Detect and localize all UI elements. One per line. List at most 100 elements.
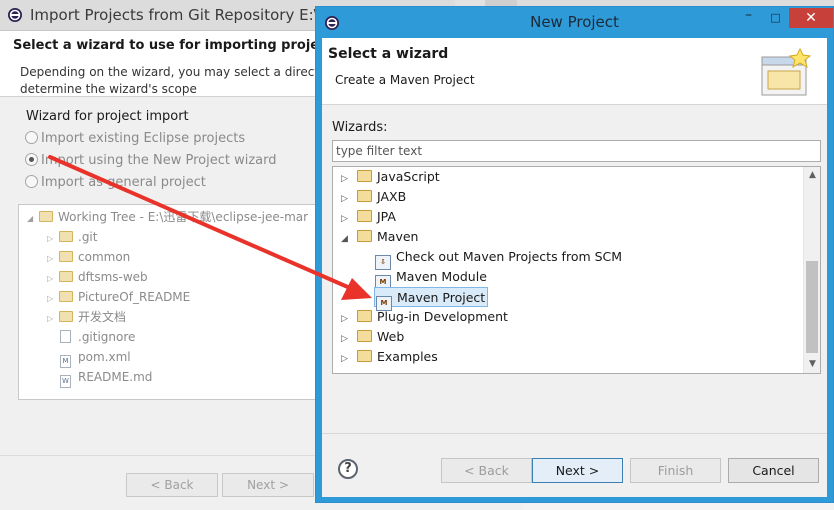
wizards-label: Wizards: (332, 120, 388, 135)
radio-label: Import as general project (41, 175, 206, 190)
import-back-button[interactable]: < Back (126, 473, 218, 497)
new-project-titlebar: New Project – □ ✕ (316, 7, 833, 38)
back-button[interactable]: < Back (441, 458, 532, 483)
folder-icon (59, 251, 73, 262)
import-header-desc-line1: Depending on the wizard, you may select … (20, 65, 320, 79)
tree-node-check-out-maven-projects[interactable]: ⇩ Check out Maven Projects from SCM (375, 247, 622, 270)
tree-node-maven-project[interactable]: M Maven Project (374, 287, 489, 311)
tree-node-label: Maven Project (397, 290, 486, 305)
radio-label: Import using the New Project wizard (41, 153, 277, 168)
tree-node-label: JavaScript (377, 169, 440, 184)
scroll-down-arrow-icon[interactable]: ▼ (804, 356, 820, 373)
radio-button-icon[interactable] (25, 131, 38, 144)
folder-open-icon (357, 230, 372, 242)
expand-arrow-icon[interactable]: ▷ (341, 209, 357, 229)
tree-node-label: .git (78, 230, 98, 244)
tree-node-jaxb[interactable]: ▷ JAXB (341, 187, 406, 207)
folder-icon (59, 291, 73, 302)
radio-import-general[interactable]: Import as general project (25, 175, 206, 193)
tree-node-label: JPA (377, 209, 396, 224)
bottom-separator (322, 433, 827, 434)
folder-icon (357, 170, 372, 182)
folder-icon (357, 310, 372, 322)
expand-arrow-icon[interactable]: ▷ (47, 249, 59, 269)
collapse-arrow-icon[interactable]: ◢ (341, 229, 357, 249)
new-project-content: Select a wizard Create a Maven Project W… (322, 38, 827, 497)
radio-button-icon[interactable] (25, 175, 38, 188)
tree-node-working-tree[interactable]: ◢ Working Tree - E:\迅雷下载\eclipse-jee-mar (27, 207, 308, 227)
tree-node-label: common (78, 250, 131, 264)
import-header-desc-line2: determine the wizard's scope (20, 82, 197, 96)
radio-import-new-project-wizard[interactable]: Import using the New Project wizard (25, 153, 277, 171)
tree-node-dftsms-web[interactable]: ▷ dftsms-web (47, 267, 148, 287)
import-bottom-separator (0, 455, 316, 456)
minimize-button[interactable]: – (735, 8, 762, 28)
tree-node-label: Web (377, 329, 405, 344)
tree-node-label: Plug-in Development (377, 309, 508, 324)
expand-arrow-icon[interactable]: ▷ (47, 309, 59, 329)
wizards-tree[interactable]: ▷ JavaScript ▷ JAXB ▷ JPA ◢ Maven ⇩ Check out… (332, 166, 821, 374)
tree-node-label: PictureOf_README (78, 290, 191, 304)
wizard-for-import-group-label: Wizard for project import (26, 109, 189, 124)
expand-arrow-icon[interactable]: ▷ (341, 169, 357, 189)
tree-node-label: .gitignore (78, 330, 136, 344)
filter-input[interactable]: type filter text (332, 140, 821, 162)
folder-icon (357, 210, 372, 222)
import-window-title: Import Projects from Git Repository E:\ (30, 6, 319, 24)
next-button[interactable]: Next > (532, 458, 623, 483)
tree-node-examples[interactable]: ▷ Examples (341, 347, 438, 367)
tree-node-label: 开发文档 (78, 310, 127, 324)
cancel-button[interactable]: Cancel (728, 458, 819, 483)
tree-node-jpa[interactable]: ▷ JPA (341, 207, 396, 227)
tree-node-gitignore[interactable]: .gitignore (59, 327, 135, 347)
help-icon[interactable]: ? (338, 459, 358, 479)
finish-button[interactable]: Finish (630, 458, 721, 483)
folder-icon (357, 330, 372, 342)
import-header-description: Depending on the wizard, you may select … (20, 64, 320, 98)
expand-arrow-icon[interactable]: ▷ (341, 349, 357, 369)
radio-import-existing[interactable]: Import existing Eclipse projects (25, 131, 245, 149)
tree-node-plugin-development[interactable]: ▷ Plug-in Development (341, 307, 508, 327)
close-button[interactable]: ✕ (789, 8, 833, 28)
tree-node-docs[interactable]: ▷ 开发文档 (47, 307, 126, 327)
import-wizard-header: Select a wizard to use for importing pro… (0, 31, 341, 97)
eclipse-icon (8, 8, 22, 22)
new-project-header: Select a wizard Create a Maven Project (322, 38, 827, 105)
expand-arrow-icon[interactable]: ▷ (341, 309, 357, 329)
tree-node-label: dftsms-web (78, 270, 148, 284)
folder-icon (59, 271, 73, 282)
tree-node-web[interactable]: ▷ Web (341, 327, 404, 347)
folder-icon (357, 190, 372, 202)
tree-node-label: Working Tree - E:\迅雷下载\eclipse-jee-mar (58, 210, 309, 224)
expand-arrow-icon[interactable]: ▷ (47, 289, 59, 309)
select-wizard-description: Create a Maven Project (335, 73, 475, 87)
tree-node-pom-xml[interactable]: Mpom.xml (59, 347, 131, 368)
scrollbar-thumb[interactable] (806, 261, 818, 353)
tree-node-label: README.md (78, 370, 153, 384)
tree-node-label: Maven (377, 229, 419, 244)
tree-node-label: pom.xml (78, 350, 131, 364)
expand-arrow-icon[interactable]: ▷ (341, 189, 357, 209)
file-icon (60, 330, 71, 343)
scroll-up-arrow-icon[interactable]: ▲ (804, 167, 820, 184)
tree-node-common[interactable]: ▷ common (47, 247, 130, 267)
expand-arrow-icon[interactable]: ▷ (47, 269, 59, 289)
collapse-arrow-icon[interactable]: ◢ (27, 209, 39, 229)
tree-node-maven-module[interactable]: M Maven Module (375, 267, 487, 290)
folder-open-icon (39, 211, 53, 222)
tree-node-javascript[interactable]: ▷ JavaScript (341, 167, 440, 187)
tree-node-readme[interactable]: W README.md (59, 367, 153, 388)
tree-node-git[interactable]: ▷ .git (47, 227, 97, 247)
tree-node-picture-of-readme[interactable]: ▷ PictureOf_README (47, 287, 190, 307)
new-wizard-banner-icon (761, 47, 812, 96)
tree-node-maven[interactable]: ◢ Maven (341, 227, 418, 247)
vertical-scrollbar[interactable]: ▲ ▼ (803, 167, 820, 373)
working-tree-view[interactable]: ◢ Working Tree - E:\迅雷下载\eclipse-jee-mar … (18, 204, 318, 400)
expand-arrow-icon[interactable]: ▷ (47, 229, 59, 249)
expand-arrow-icon[interactable]: ▷ (341, 329, 357, 349)
maximize-button[interactable]: □ (762, 8, 789, 28)
radio-button-checked-icon[interactable] (25, 153, 38, 166)
new-project-dialog: New Project – □ ✕ Select a wizard Create… (315, 6, 834, 503)
folder-icon (59, 231, 73, 242)
import-next-button[interactable]: Next > (222, 473, 314, 497)
